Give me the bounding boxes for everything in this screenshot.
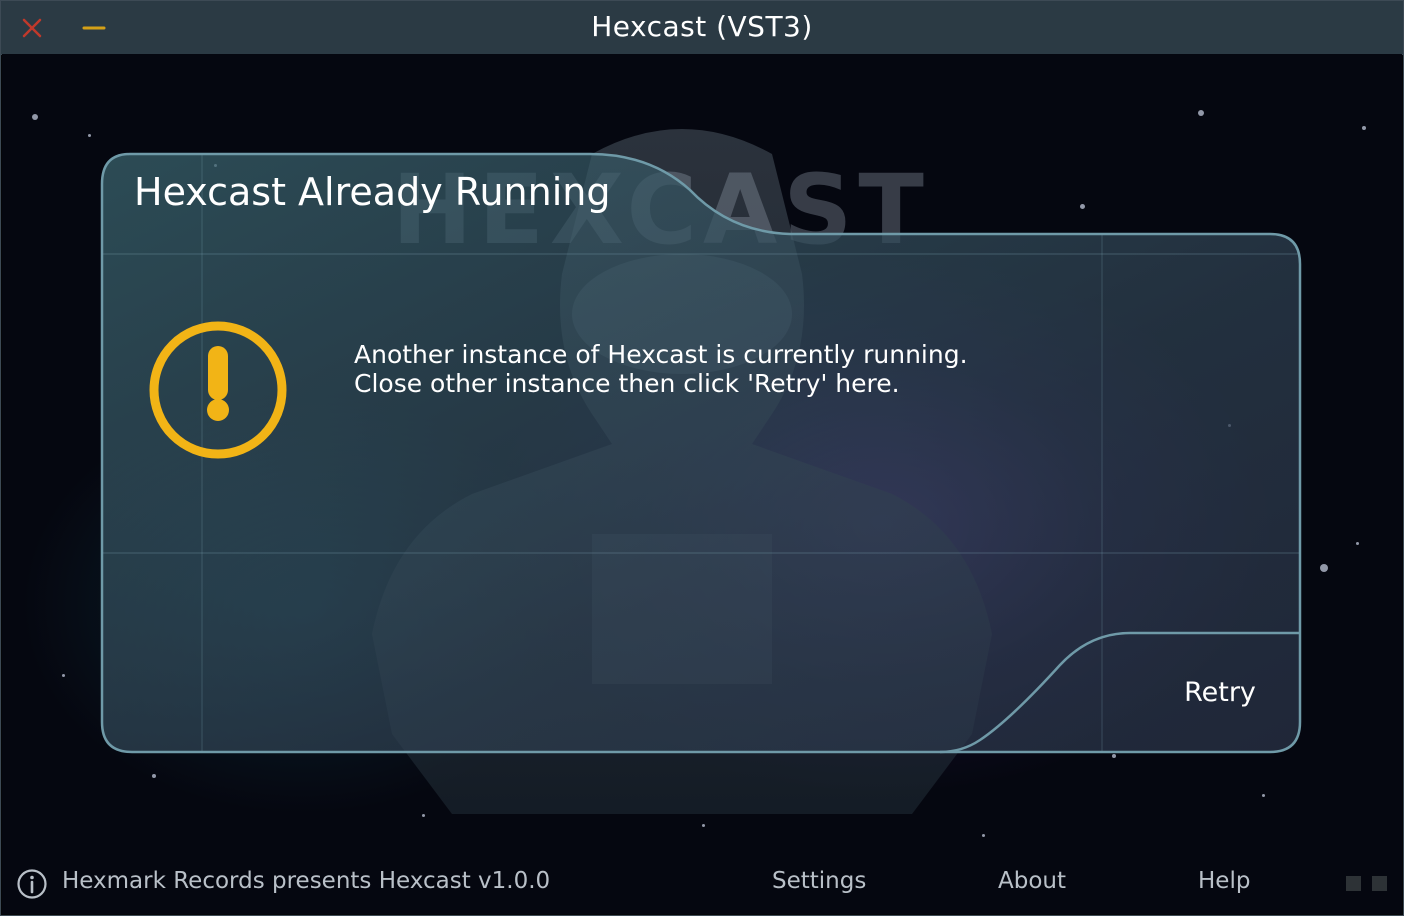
dialog-message-line-2: Close other instance then click 'Retry' … [354, 369, 900, 398]
info-icon[interactable] [16, 868, 48, 900]
footer-bar: Hexmark Records presents Hexcast v1.0.0 … [0, 856, 1404, 914]
warning-exclamation-icon [149, 321, 287, 459]
help-link[interactable]: Help [1198, 868, 1250, 894]
dialog-message-line-1: Another instance of Hexcast is currently… [354, 340, 968, 369]
already-running-dialog: Hexcast Already Running Another instance… [0, 0, 1404, 916]
retry-button[interactable]: Retry [1160, 670, 1280, 716]
dialog-title: Hexcast Already Running [134, 170, 611, 214]
footer-brand-text: Hexmark Records presents Hexcast v1.0.0 [62, 868, 551, 894]
resize-handle-icon[interactable] [1346, 876, 1361, 891]
plugin-window: Hexcast (VST3) Hexcast Already Running A… [0, 0, 1404, 916]
dialog-message: Another instance of Hexcast is currently… [354, 340, 968, 398]
settings-link[interactable]: Settings [772, 868, 866, 894]
about-link[interactable]: About [998, 868, 1066, 894]
resize-handle-icon[interactable] [1372, 876, 1387, 891]
